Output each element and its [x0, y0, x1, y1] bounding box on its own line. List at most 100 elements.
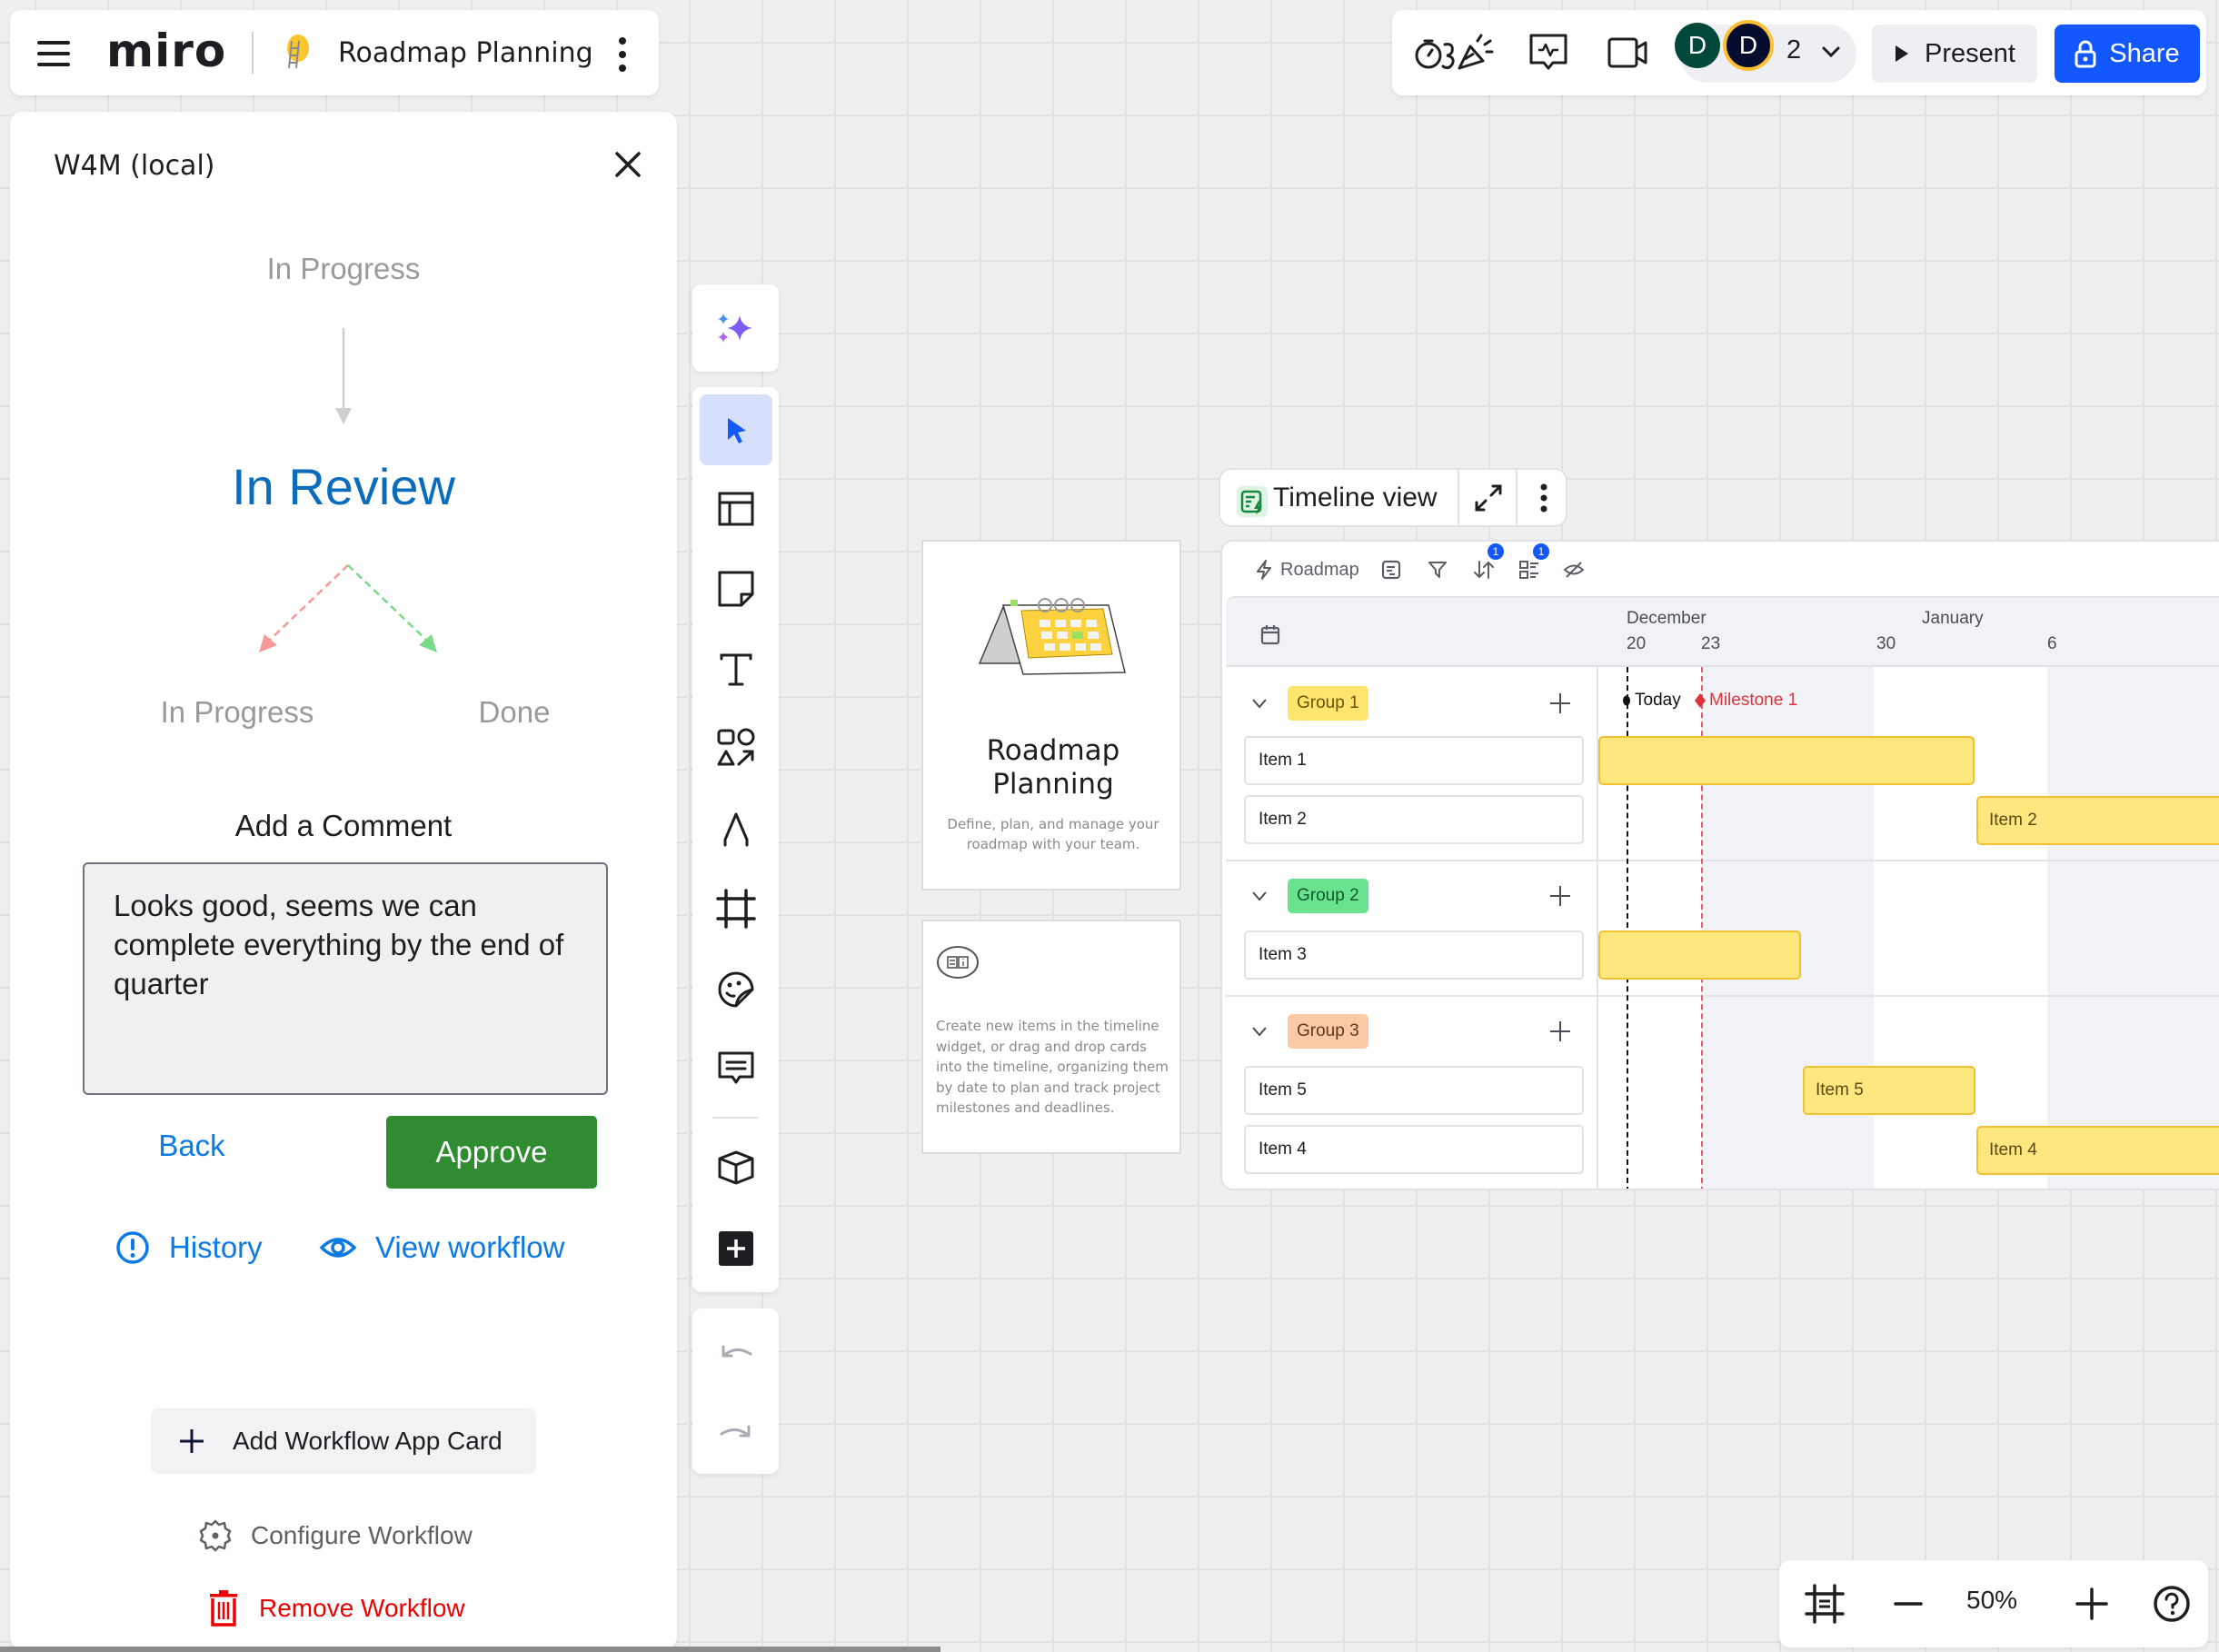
- item-bar[interactable]: [1598, 930, 1801, 980]
- board-emoji-icon[interactable]: [283, 34, 313, 72]
- view-workflow-link[interactable]: View workflow: [319, 1229, 564, 1266]
- present-button[interactable]: Present: [1872, 25, 2037, 83]
- tool-more[interactable]: [700, 1213, 772, 1284]
- group-tag[interactable]: Group 2: [1288, 879, 1368, 913]
- close-panel-button[interactable]: [610, 146, 646, 183]
- timeline-more-button[interactable]: [1530, 481, 1557, 515]
- roadmap-label: Roadmap: [1280, 559, 1359, 580]
- board-title[interactable]: Roadmap Planning: [338, 37, 593, 69]
- help-button[interactable]: [2152, 1584, 2192, 1624]
- item-label-box[interactable]: Item 3: [1244, 930, 1584, 980]
- plus-icon[interactable]: [1548, 692, 1572, 715]
- tool-select[interactable]: [700, 394, 772, 465]
- timeline-toolbar: Roadmap 1 1: [1222, 542, 2219, 596]
- board-more-button[interactable]: [613, 32, 632, 77]
- card-view-button[interactable]: [1381, 556, 1401, 583]
- avatar[interactable]: D: [1675, 23, 1720, 68]
- main-menu-button[interactable]: [34, 35, 75, 72]
- current-state: In Review: [232, 458, 455, 515]
- milestone-label: Milestone 1: [1709, 691, 1798, 710]
- timer-reactions-button[interactable]: [1414, 32, 1494, 74]
- sort-button[interactable]: 1: [1473, 543, 1504, 583]
- group-by-button[interactable]: 1: [1518, 543, 1549, 583]
- item-bar[interactable]: Item 2: [1976, 796, 2219, 845]
- presentation-chat-icon: [1529, 34, 1567, 70]
- tool-stickers[interactable]: [700, 954, 772, 1025]
- ai-toolbar: [692, 284, 779, 372]
- day-label: 20: [1627, 634, 1647, 653]
- plus-icon[interactable]: [1548, 884, 1572, 908]
- lightning-icon: [1257, 560, 1271, 580]
- calendar-illustration-icon: [976, 598, 1130, 680]
- tool-templates[interactable]: [700, 473, 772, 544]
- frame-fit-icon: [1805, 1584, 1845, 1624]
- panel-title: W4M (local): [54, 150, 215, 182]
- chevron-down-icon[interactable]: [1249, 693, 1269, 713]
- ai-assist-button[interactable]: [700, 293, 772, 363]
- chevron-down-icon[interactable]: [1821, 45, 1841, 59]
- group-tag[interactable]: Group 3: [1288, 1014, 1368, 1049]
- item-label-box[interactable]: Item 5: [1244, 1066, 1584, 1115]
- redo-button[interactable]: [700, 1398, 772, 1468]
- item-bar[interactable]: [1598, 736, 1975, 785]
- item-bar[interactable]: Item 5: [1803, 1066, 1975, 1115]
- eye-off-icon: [1563, 562, 1585, 578]
- add-workflow-app-card-button[interactable]: Add Workflow App Card: [151, 1408, 536, 1474]
- zoom-out-button[interactable]: [1888, 1584, 1928, 1624]
- timeline-view-label[interactable]: Timeline view: [1273, 483, 1438, 513]
- calendar-icon[interactable]: [1260, 623, 1280, 645]
- hide-fields-button[interactable]: [1563, 556, 1585, 583]
- sparkle-icon: [718, 313, 752, 343]
- instructions-card: Create new items in the timeline widget,…: [921, 920, 1181, 1154]
- filter-button[interactable]: [1428, 556, 1448, 583]
- item-bar[interactable]: Item 4: [1976, 1126, 2219, 1175]
- book-icon: [936, 945, 980, 980]
- alert-circle-icon: [116, 1231, 149, 1264]
- layout-icon: [718, 492, 754, 526]
- video-camera-icon: [1607, 37, 1647, 68]
- milestone-marker[interactable]: Milestone 1: [1695, 691, 1797, 711]
- remove-workflow-button[interactable]: Remove Workflow: [208, 1590, 465, 1627]
- view-workflow-label: View workflow: [375, 1230, 565, 1264]
- video-call-button[interactable]: [1607, 32, 1648, 74]
- collaborator-count: 2: [1786, 35, 1802, 65]
- today-marker[interactable]: Today: [1622, 691, 1681, 711]
- talktrack-button[interactable]: [1528, 32, 1568, 74]
- zoom-in-button[interactable]: [2072, 1584, 2112, 1624]
- zoom-level[interactable]: 50%: [1966, 1586, 2017, 1615]
- tool-shapes[interactable]: [700, 712, 772, 783]
- chevron-down-icon[interactable]: [1249, 886, 1269, 906]
- fit-to-screen-button[interactable]: [1805, 1584, 1845, 1624]
- plus-icon[interactable]: [1548, 1020, 1572, 1043]
- board-header: miro Roadmap Planning: [10, 10, 659, 95]
- group-tag[interactable]: Group 1: [1288, 686, 1368, 721]
- template-card[interactable]: Roadmap Planning Define, plan, and manag…: [921, 540, 1181, 891]
- tool-comment[interactable]: [700, 1033, 772, 1104]
- chevron-down-icon[interactable]: [1249, 1021, 1269, 1041]
- collaboration-bar: D D 2 Present Share: [1392, 10, 2206, 95]
- tool-text[interactable]: [700, 634, 772, 705]
- item-label-box[interactable]: Item 2: [1244, 795, 1584, 844]
- item-label-box[interactable]: Item 1: [1244, 736, 1584, 785]
- undo-button[interactable]: [700, 1318, 772, 1388]
- template-description: Define, plan, and manage your roadmap wi…: [947, 816, 1159, 852]
- tool-sticky-note[interactable]: [700, 553, 772, 624]
- lock-icon: [2075, 40, 2096, 68]
- tool-frame[interactable]: [700, 873, 772, 944]
- history-link[interactable]: History: [114, 1229, 263, 1266]
- roadmap-button[interactable]: Roadmap: [1255, 556, 1359, 583]
- back-button[interactable]: Back: [101, 1110, 283, 1182]
- tool-apps[interactable]: [700, 1132, 772, 1203]
- pen-icon: [723, 812, 749, 847]
- horizontal-scrollbar[interactable]: [0, 1647, 940, 1652]
- configure-workflow-button[interactable]: Configure Workflow: [198, 1518, 473, 1553]
- history-toolbar: [692, 1309, 779, 1474]
- tool-pen[interactable]: [700, 793, 772, 864]
- item-label-box[interactable]: Item 4: [1244, 1125, 1584, 1174]
- approve-button[interactable]: Approve: [386, 1116, 597, 1189]
- avatar[interactable]: D: [1723, 20, 1774, 71]
- expand-button[interactable]: [1473, 483, 1504, 513]
- comment-input[interactable]: Looks good, seems we can complete everyt…: [83, 862, 608, 1095]
- day-label: 23: [1701, 634, 1721, 653]
- share-button[interactable]: Share: [2055, 25, 2200, 83]
